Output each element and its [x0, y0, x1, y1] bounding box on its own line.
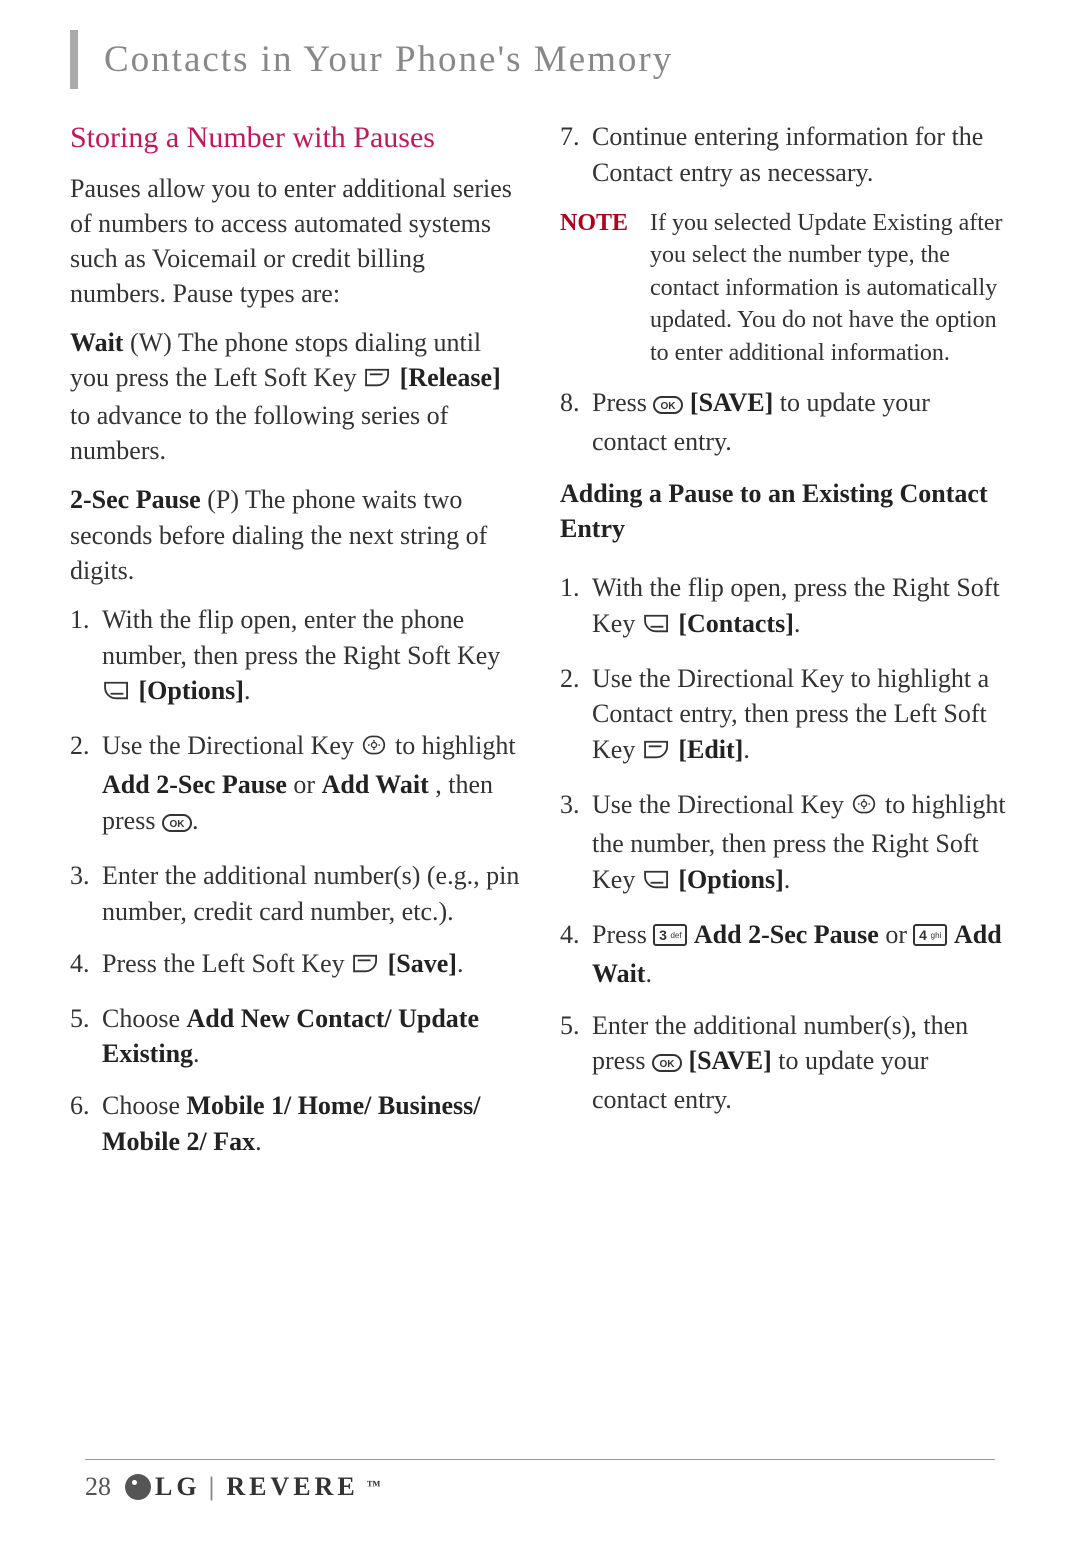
right-soft-key-icon — [642, 865, 672, 901]
body-columns: Storing a Number with Pauses Pauses allo… — [70, 119, 1010, 1176]
right-soft-key-icon — [102, 676, 132, 712]
list-item: 5. Enter the additional number(s), then … — [560, 1008, 1010, 1119]
list-item: 1. With the flip open, enter the phone n… — [70, 602, 520, 713]
svg-text:4: 4 — [920, 927, 928, 943]
intro-paragraph: Pauses allow you to enter additional ser… — [70, 171, 520, 311]
svg-text:OK: OK — [169, 819, 185, 830]
svg-text:ghi: ghi — [931, 931, 942, 940]
svg-text:OK: OK — [659, 1059, 675, 1070]
left-soft-key-icon — [351, 949, 381, 985]
brand-logo: LG | REVERE™ — [125, 1472, 385, 1502]
ok-key-icon: OK — [652, 1046, 682, 1082]
ok-key-icon: OK — [653, 388, 683, 424]
directional-key-icon — [850, 790, 878, 826]
list-item: 6. Choose Mobile 1/ Home/ Business/ Mobi… — [70, 1088, 520, 1160]
list-item: 8. Press OK [SAVE] to update your contac… — [560, 385, 1010, 460]
key-4-icon: 4ghi — [913, 920, 947, 956]
pause-description: 2-Sec Pause (P) The phone waits two seco… — [70, 482, 520, 587]
svg-text:OK: OK — [661, 401, 677, 412]
svg-text:3: 3 — [660, 927, 668, 943]
note-block: NOTE If you selected Update Existing aft… — [560, 207, 1010, 369]
left-column: Storing a Number with Pauses Pauses allo… — [70, 119, 520, 1176]
svg-text:def: def — [671, 931, 683, 940]
wait-description: Wait (W) The phone stops dialing until y… — [70, 325, 520, 468]
directional-key-icon — [360, 731, 388, 767]
ok-key-icon: OK — [162, 806, 192, 842]
list-item: 5. Choose Add New Contact/ Update Existi… — [70, 1001, 520, 1073]
page-number: 28 — [85, 1472, 111, 1502]
list-item: 7. Continue entering information for the… — [560, 119, 1010, 191]
lg-logo-icon: LG — [125, 1472, 201, 1502]
list-item: 3. Use the Directional Key to highlight … — [560, 787, 1010, 901]
right-column: 7. Continue entering information for the… — [560, 119, 1010, 1176]
left-soft-key-icon — [363, 363, 393, 398]
sub-head-adding-pause: Adding a Pause to an Existing Contact En… — [560, 476, 1010, 546]
left-soft-key-icon — [642, 735, 672, 771]
left-steps: 1. With the flip open, enter the phone n… — [70, 602, 520, 1160]
note-label: NOTE — [560, 207, 628, 239]
right-steps-cont: 7. Continue entering information for the… — [560, 119, 1010, 191]
list-item: 2. Use the Directional Key to highlight … — [560, 661, 1010, 772]
list-item: 2. Use the Directional Key to highlight … — [70, 728, 520, 842]
list-item: 1. With the flip open, press the Right S… — [560, 570, 1010, 645]
list-item: 4. Press 3def Add 2-Sec Pause or 4ghi Ad… — [560, 917, 1010, 992]
key-3-icon: 3def — [653, 920, 687, 956]
list-item: 3. Enter the additional number(s) (e.g.,… — [70, 858, 520, 930]
right-step8: 8. Press OK [SAVE] to update your contac… — [560, 385, 1010, 460]
right-steps-adding: 1. With the flip open, press the Right S… — [560, 570, 1010, 1118]
page-footer: 28 LG | REVERE™ — [85, 1459, 995, 1502]
right-soft-key-icon — [642, 609, 672, 645]
list-item: 4. Press the Left Soft Key [Save]. — [70, 946, 520, 985]
section-head-storing: Storing a Number with Pauses — [70, 119, 520, 157]
page-title: Contacts in Your Phone's Memory — [70, 30, 1010, 89]
